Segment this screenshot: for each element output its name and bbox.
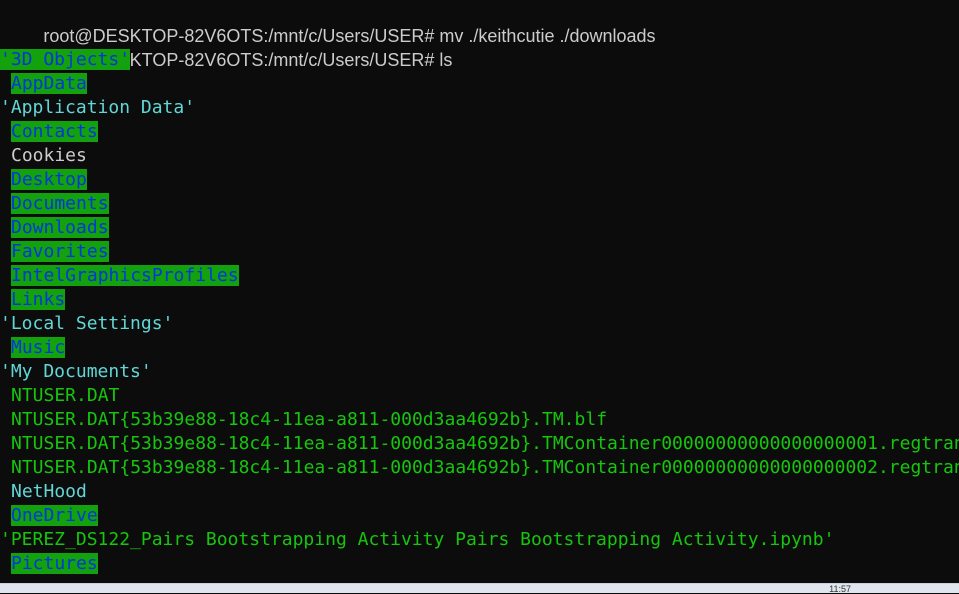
- ls-entry-name: NTUSER.DAT{53b39e88-18c4-11ea-a811-000d3…: [11, 457, 959, 478]
- ls-entry-name: Music: [11, 337, 66, 358]
- ls-entry-name: 'Local Settings': [0, 313, 174, 334]
- ls-entry-name: NTUSER.DAT{53b39e88-18c4-11ea-a811-000d3…: [11, 433, 959, 454]
- ls-entry: OneDrive: [0, 504, 98, 528]
- ls-entry: NTUSER.DAT{53b39e88-18c4-11ea-a811-000d3…: [0, 456, 959, 480]
- ls-entry-name: NTUSER.DAT{53b39e88-18c4-11ea-a811-000d3…: [11, 409, 608, 430]
- ls-entry: Pictures: [0, 552, 98, 576]
- ls-entry-name: Favorites: [11, 241, 109, 262]
- ls-entry-name: OneDrive: [11, 505, 98, 526]
- ls-entry-name: 'Application Data': [0, 97, 196, 118]
- ls-entry: Links: [0, 288, 66, 312]
- ls-entry: NTUSER.DAT: [0, 384, 119, 408]
- ls-entry: '3D Objects': [0, 48, 131, 72]
- command-text: mv ./keithcutie ./downloads: [434, 26, 656, 46]
- ls-entry-name: Contacts: [11, 121, 98, 142]
- ls-entry-name: NTUSER.DAT: [11, 385, 120, 406]
- ls-entry-name: Documents: [11, 193, 109, 214]
- ls-entry-name: IntelGraphicsProfiles: [11, 265, 239, 286]
- ls-entry: Music: [0, 336, 66, 360]
- ls-entry: NTUSER.DAT{53b39e88-18c4-11ea-a811-000d3…: [0, 408, 607, 432]
- ls-entry-name: '3D Objects': [0, 49, 131, 70]
- ls-entry: Cookies: [0, 144, 87, 168]
- ls-entry: 'Local Settings': [0, 312, 173, 336]
- ls-entry: 'My Documents': [0, 360, 152, 384]
- terminal-window[interactable]: root@DESKTOP-82V6OTS:/mnt/c/Users/USER# …: [0, 0, 959, 583]
- ls-entry: AppData: [0, 72, 87, 96]
- ls-entry: Desktop: [0, 168, 87, 192]
- command-line-2: root@DESKTOP-82V6OTS:/mnt/c/Users/USER# …: [0, 24, 452, 70]
- ls-entry: Favorites: [0, 240, 109, 264]
- ls-entry-name: 'My Documents': [0, 361, 152, 382]
- ls-entry-name: Pictures: [11, 553, 98, 574]
- ls-entry-name: AppData: [11, 73, 87, 94]
- ls-entry: IntelGraphicsProfiles: [0, 264, 239, 288]
- ls-entry-name: NetHood: [11, 481, 87, 502]
- ls-entry: NetHood: [0, 480, 87, 504]
- ls-entry-name: Cookies: [11, 145, 87, 166]
- ls-entry-name: Links: [11, 289, 66, 310]
- ls-entry: Contacts: [0, 120, 98, 144]
- command-text: ls: [434, 50, 453, 70]
- ls-entry: 'Application Data': [0, 96, 195, 120]
- ls-entry: Documents: [0, 192, 109, 216]
- ls-entry: 'PEREZ_DS122_Pairs Bootstrapping Activit…: [0, 528, 834, 552]
- ls-entry-name: Downloads: [11, 217, 109, 238]
- command-line-1: root@DESKTOP-82V6OTS:/mnt/c/Users/USER# …: [0, 0, 655, 46]
- taskbar: 11:57: [0, 583, 959, 594]
- ls-entry: NTUSER.DAT{53b39e88-18c4-11ea-a811-000d3…: [0, 432, 959, 456]
- ls-entry-name: Desktop: [11, 169, 87, 190]
- ls-entry-name: 'PEREZ_DS122_Pairs Bootstrapping Activit…: [0, 529, 835, 550]
- ls-entry: Downloads: [0, 216, 109, 240]
